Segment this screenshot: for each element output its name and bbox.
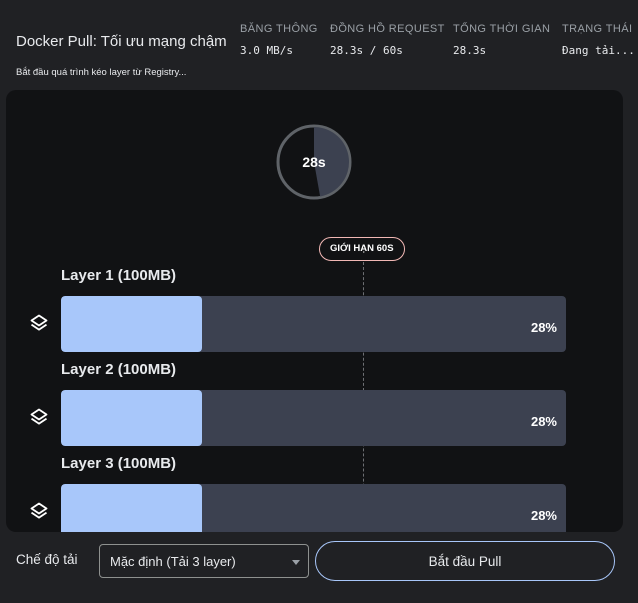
layer-progress-bar: 28% (61, 296, 566, 352)
stat-status: TRẠNG THÁI Đang tải... (562, 23, 635, 57)
mode-label: Chế độ tải (16, 552, 78, 567)
layers-panel: 28s GIỚI HẠN 60S Layer 1 (100MB) 28% Lay… (6, 90, 623, 532)
mode-select[interactable]: Mặc định (Tải 3 layer) (99, 544, 309, 578)
layer-percent: 28% (530, 414, 557, 429)
stat-value: 28.3s / 60s (330, 44, 403, 57)
layer-name: Layer 1 (100MB) (61, 267, 177, 284)
layers-icon (29, 313, 49, 333)
layer-progress-bar: 28% (61, 390, 566, 446)
limit-badge: GIỚI HẠN 60S (319, 237, 405, 261)
chevron-down-icon (292, 560, 300, 565)
layer-progress-bar: 28% (61, 484, 566, 532)
stat-label: TỔNG THỜI GIAN (453, 23, 551, 35)
stat-value: Đang tải... (562, 44, 635, 57)
layer-progress-fill (61, 484, 203, 532)
stat-request-clock: ĐỒNG HỒ REQUEST 28.3s / 60s (330, 23, 445, 57)
layer-percent: 28% (530, 508, 557, 523)
stat-bandwidth: BĂNG THÔNG 3.0 MB/s (240, 23, 318, 57)
layer-name: Layer 3 (100MB) (61, 455, 177, 472)
layer-progress-fill (61, 296, 203, 352)
mode-select-value: Mặc định (Tải 3 layer) (110, 554, 236, 569)
stat-total-time: TỔNG THỜI GIAN 28.3s (453, 23, 550, 57)
layer-name: Layer 2 (100MB) (61, 361, 177, 378)
page-title: Docker Pull: Tối ưu mạng chậm (16, 33, 227, 50)
request-timer: 28s (276, 124, 352, 200)
layers-icon (29, 407, 49, 427)
layers-icon (29, 501, 49, 521)
stat-label: TRẠNG THÁI (562, 23, 633, 35)
stat-value: 28.3s (453, 44, 487, 57)
timer-label: 28s (302, 154, 326, 170)
layer-progress-fill (61, 390, 203, 446)
stat-label: ĐỒNG HỒ REQUEST (330, 23, 445, 35)
header: Docker Pull: Tối ưu mạng chậm Bắt đầu qu… (0, 0, 638, 90)
start-pull-button[interactable]: Bắt đầu Pull (315, 541, 615, 581)
layer-percent: 28% (530, 320, 557, 335)
status-message: Bắt đầu quá trình kéo layer từ Registry.… (16, 67, 187, 78)
stat-value: 3.0 MB/s (240, 44, 293, 57)
stat-label: BĂNG THÔNG (240, 23, 318, 35)
